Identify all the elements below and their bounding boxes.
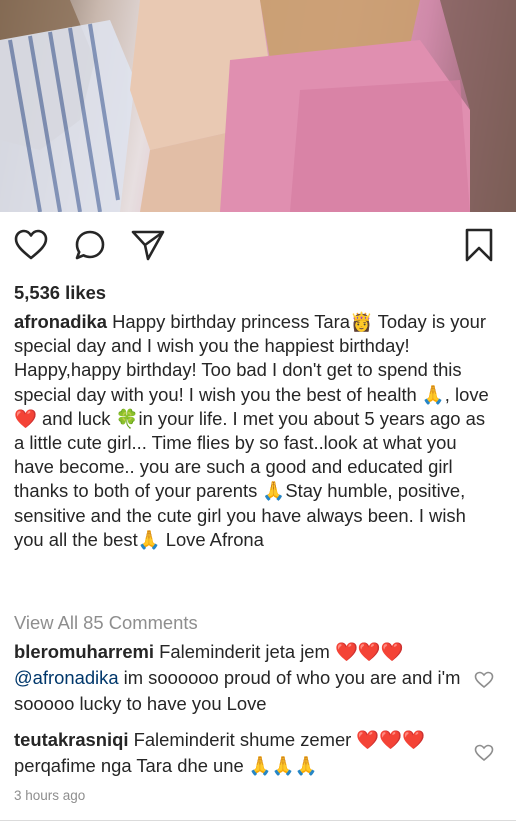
post-timestamp: 3 hours ago [14,788,86,803]
send-icon[interactable] [130,228,166,262]
action-bar [0,212,516,280]
comment-icon[interactable] [74,229,106,261]
post-caption: afronadika Happy birthday princess Tara👸… [14,310,494,552]
caption-text: Happy birthday princess Tara👸 Today is y… [14,311,489,550]
divider [0,820,516,821]
comment-heart-icon[interactable] [474,744,494,762]
caption-author[interactable]: afronadika [14,311,107,332]
comment-item: teutakrasniqi Faleminderit shume zemer ❤… [14,727,474,779]
post-photo[interactable] [0,0,516,212]
comment-item: bleromuharremi Faleminderit jeta jem ❤️❤… [14,639,474,717]
comment-author[interactable]: teutakrasniqi [14,729,128,750]
comment-heart-icon[interactable] [474,671,494,689]
view-all-comments-link[interactable]: View All 85 Comments [14,612,198,634]
heart-icon[interactable] [14,229,48,261]
bookmark-icon[interactable] [464,227,494,263]
comment-mention[interactable]: @afronadika [14,667,119,688]
comment-author[interactable]: bleromuharremi [14,641,154,662]
likes-count[interactable]: 5,536 likes [14,282,106,304]
comment-text: Faleminderit jeta jem ❤️❤️❤️ [159,641,404,662]
photo-illustration [0,0,516,212]
